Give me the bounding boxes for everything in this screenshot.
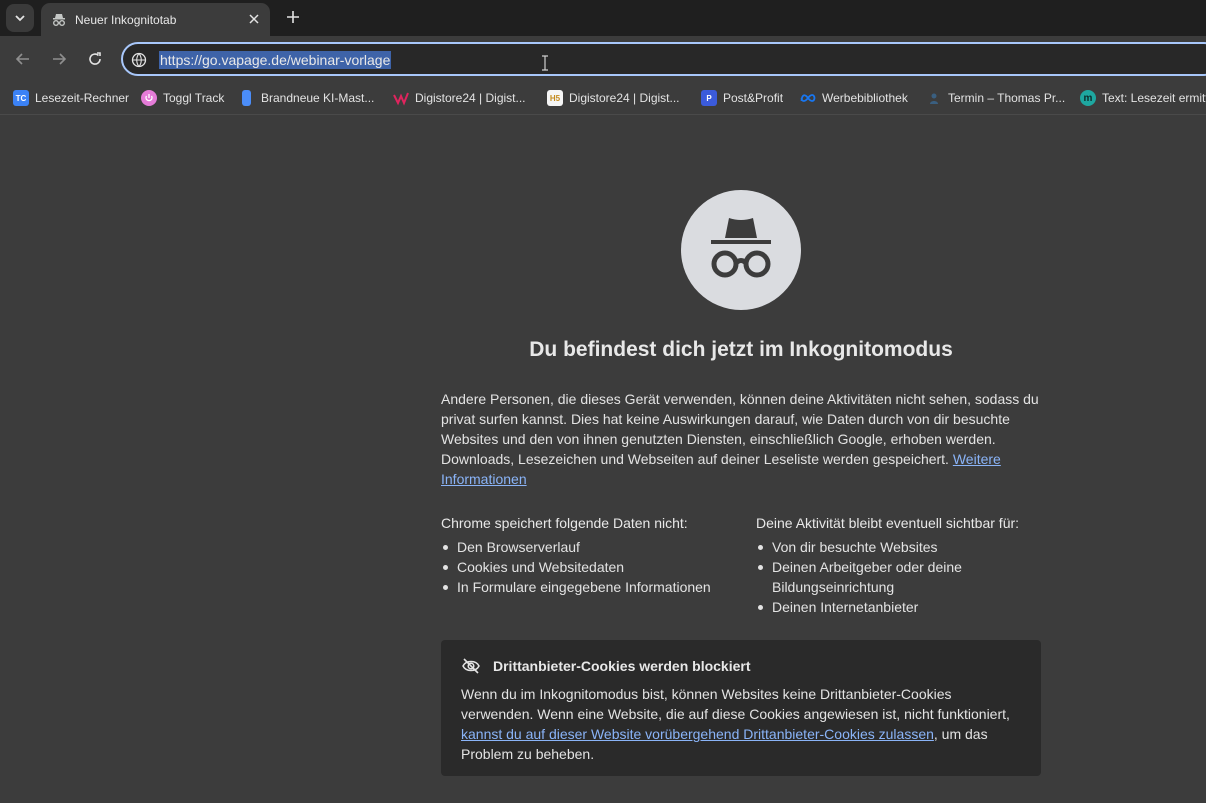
chevron-down-icon: [15, 15, 25, 22]
list-item: Deinen Internetanbieter: [756, 597, 1046, 617]
allow-cookies-link[interactable]: kannst du auf dieser Website vorübergehe…: [461, 726, 934, 742]
list-item: Cookies und Websitedaten: [441, 557, 741, 577]
reload-icon: [89, 52, 101, 65]
url-text[interactable]: https://go.vapage.de/webinar-vorlage: [159, 51, 392, 69]
h5-icon: H5: [547, 90, 563, 106]
arrow-right-icon: [53, 53, 67, 65]
bookmark-item[interactable]: Termin – Thomas Pr...: [926, 88, 1065, 108]
visible-to-list: Deine Aktivität bleibt eventuell sichtba…: [756, 513, 1046, 617]
close-icon[interactable]: [246, 11, 262, 27]
forward-button[interactable]: [47, 47, 71, 71]
page-title: Du befindest dich jetzt im Inkognitomodu…: [529, 338, 953, 361]
incognito-icon: [51, 12, 67, 28]
address-bar[interactable]: https://go.vapage.de/webinar-vorlage: [121, 42, 1206, 76]
bookmark-item[interactable]: Toggl Track: [141, 88, 224, 108]
list-item: Von dir besuchte Websites: [756, 537, 1046, 557]
bookmark-item[interactable]: H5 Digistore24 | Digist...: [547, 88, 680, 108]
cookie-card-title: Drittanbieter-Cookies werden blockiert: [493, 658, 751, 674]
visible-to-heading: Deine Aktivität bleibt eventuell sichtba…: [756, 515, 1020, 531]
toolbar: https://go.vapage.de/webinar-vorlage: [0, 36, 1206, 82]
bookmark-item[interactable]: m Text: Lesezeit ermitt: [1080, 88, 1206, 108]
bookmark-item[interactable]: P Post&Profit: [701, 88, 783, 108]
incognito-hero-icon: [681, 190, 801, 310]
toggl-icon: [141, 90, 157, 106]
site-info-icon[interactable]: [131, 52, 147, 68]
not-saved-list: Chrome speichert folgende Daten nicht: D…: [441, 513, 741, 597]
new-tab-button[interactable]: [283, 7, 303, 27]
back-button[interactable]: [11, 47, 35, 71]
text-cursor-icon: [541, 55, 549, 71]
m-icon: m: [1080, 90, 1096, 106]
list-item: Den Browserverlauf: [441, 537, 741, 557]
eye-off-icon: [461, 656, 481, 676]
plus-icon: [287, 11, 299, 23]
third-party-cookies-card: Drittanbieter-Cookies werden blockiert W…: [441, 640, 1041, 776]
list-item: In Formulare eingegebene Informationen: [441, 577, 741, 597]
bookmark-item[interactable]: Brandneue KI-Mast...: [239, 88, 374, 108]
cookie-card-text: Wenn du im Inkognitomodus bist, können W…: [461, 686, 1010, 762]
bookmark-item[interactable]: Werbebibliothek: [800, 88, 908, 108]
meta-icon: [800, 90, 816, 106]
bookmark-item[interactable]: Digistore24 | Digist...: [393, 88, 526, 108]
tc-icon: TC: [13, 90, 29, 106]
tab-title: Neuer Inkognitotab: [75, 12, 177, 27]
not-saved-heading: Chrome speichert folgende Daten nicht:: [441, 515, 688, 531]
bookmarks-bar: TC Lesezeit-Rechner Toggl Track Brandneu…: [0, 82, 1206, 115]
postprofit-icon: P: [701, 90, 717, 106]
bookmark-item[interactable]: TC Lesezeit-Rechner: [13, 88, 129, 108]
intro-paragraph: Andere Personen, die dieses Gerät verwen…: [441, 391, 1039, 487]
tab-incognito[interactable]: Neuer Inkognitotab: [41, 3, 270, 36]
tab-search-button[interactable]: [6, 4, 34, 32]
termin-icon: [926, 90, 942, 106]
reload-button[interactable]: [83, 47, 107, 71]
arrow-left-icon: [15, 53, 29, 65]
tab-strip: Neuer Inkognitotab: [0, 0, 1206, 36]
list-item: Deinen Arbeitgeber oder deine Bildungsei…: [756, 557, 1046, 597]
digistore-icon: [393, 90, 409, 106]
doc-icon: [242, 90, 251, 106]
